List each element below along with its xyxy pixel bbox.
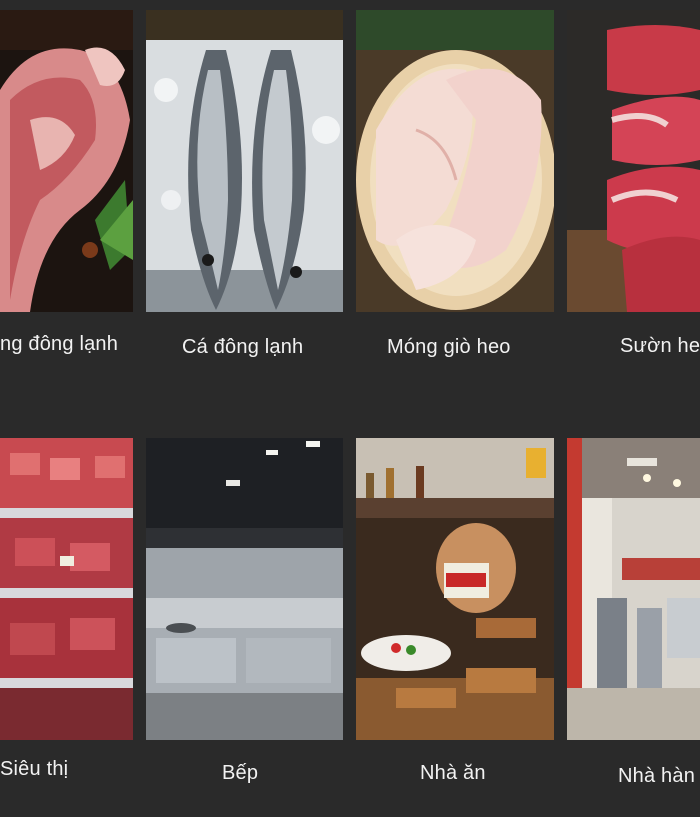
caption-pork-trotter: Móng giò heo xyxy=(387,336,511,358)
caption-kitchen: Bếp xyxy=(222,762,259,784)
frozen-bone-meat-image xyxy=(0,10,133,312)
caption-restaurant: Nhà hàn xyxy=(618,765,696,787)
buffet-canteen-image xyxy=(356,438,554,740)
supermarket-meat-counter-image xyxy=(0,438,133,740)
lamb-ribs-image xyxy=(567,10,700,312)
frozen-tuna-image xyxy=(146,10,343,312)
pork-trotter-image xyxy=(356,10,554,312)
restaurant-store-image xyxy=(567,438,700,740)
caption-canteen: Nhà ăn xyxy=(420,762,486,784)
caption-frozen-bone-meat: ng đông lạnh xyxy=(0,333,119,355)
caption-frozen-fish: Cá đông lạnh xyxy=(182,336,304,358)
caption-pork-ribs: Sườn he xyxy=(620,335,700,357)
commercial-kitchen-image xyxy=(146,438,343,740)
caption-supermarket: Siêu thị xyxy=(0,758,69,780)
